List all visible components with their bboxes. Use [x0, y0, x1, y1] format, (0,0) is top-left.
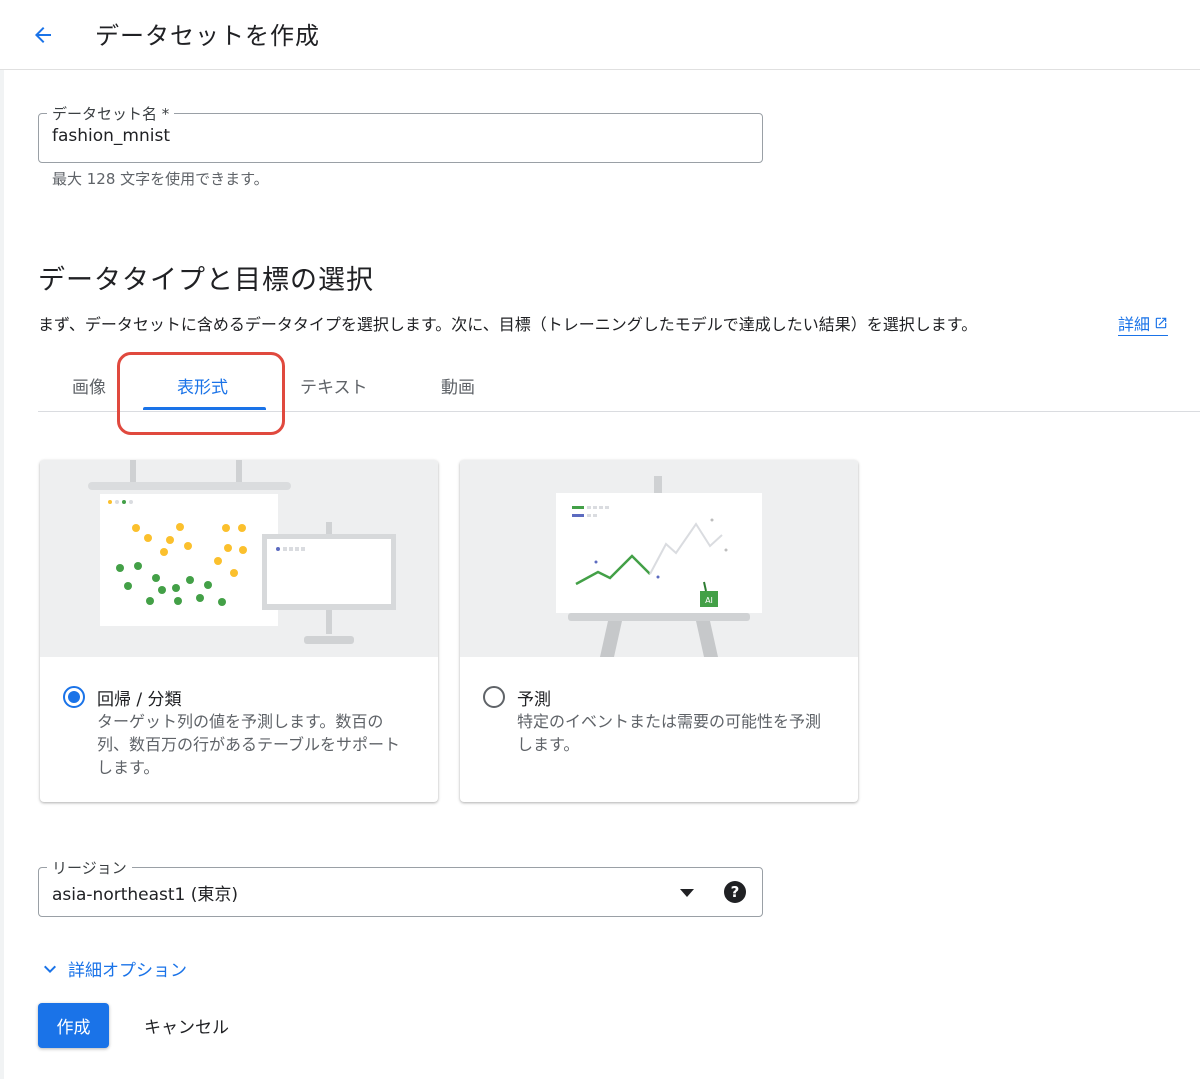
- cancel-button[interactable]: キャンセル: [130, 1003, 243, 1048]
- regression-description: ターゲット列の値を予測します。数百の列、数百万の行があるテーブルをサポートします…: [97, 712, 401, 777]
- arrow-back-icon: [35, 27, 51, 43]
- forecasting-description: 特定のイベントまたは需要の可能性を予測します。: [517, 712, 822, 754]
- regression-illustration: [40, 460, 438, 657]
- dataset-name-field[interactable]: データセット名 * fashion_mnist: [38, 103, 763, 163]
- tab-image[interactable]: 画像: [72, 373, 106, 398]
- regression-radio[interactable]: [63, 686, 85, 708]
- open-in-new-icon: [1155, 317, 1167, 329]
- region-value: asia-northeast1 (東京): [52, 885, 239, 905]
- dataset-name-value[interactable]: fashion_mnist: [52, 126, 170, 146]
- left-rail: [0, 70, 4, 1079]
- highlight-annotation: [117, 352, 285, 435]
- page-title: データセットを作成: [95, 22, 320, 50]
- learn-more-label: 詳細: [1118, 315, 1151, 334]
- svg-text:AI: AI: [705, 596, 713, 605]
- card-forecasting[interactable]: AI 予測 特定のイベントまたは需要の可能性を予測します。: [460, 460, 858, 802]
- card-regression-classification[interactable]: 回帰 / 分類 ターゲット列の値を予測します。数百の列、数百万の行があるテーブル…: [40, 460, 438, 802]
- dataset-name-label: データセット名 *: [47, 103, 175, 124]
- header: データセットを作成: [0, 0, 1200, 70]
- help-icon[interactable]: ?: [724, 881, 746, 903]
- region-select[interactable]: リージョン asia-northeast1 (東京) ?: [38, 857, 763, 917]
- advanced-options-toggle[interactable]: 詳細オプション: [38, 956, 187, 981]
- chevron-down-icon: [44, 965, 56, 973]
- line-chart-easel-icon: AI: [556, 476, 762, 657]
- regression-title: 回帰 / 分類: [97, 690, 182, 710]
- learn-more-link[interactable]: 詳細: [1118, 311, 1169, 336]
- forecasting-radio[interactable]: [483, 686, 505, 708]
- back-button[interactable]: [26, 18, 60, 52]
- dropdown-arrow-icon[interactable]: [680, 889, 694, 897]
- tab-text[interactable]: テキスト: [300, 373, 368, 398]
- forecasting-title: 予測: [517, 690, 551, 710]
- section-title: データタイプと目標の選択: [38, 265, 374, 296]
- section-description: まず、データセットに含めるデータタイプを選択します。次に、目標（トレーニングした…: [38, 315, 978, 334]
- scatter-board-icon: [88, 460, 396, 644]
- region-label: リージョン: [47, 857, 132, 878]
- tab-video[interactable]: 動画: [441, 373, 475, 398]
- advanced-options-label: 詳細オプション: [68, 961, 187, 981]
- forecasting-illustration: AI: [460, 460, 858, 657]
- dataset-name-hint: 最大 128 文字を使用できます。: [52, 170, 269, 188]
- create-button[interactable]: 作成: [38, 1003, 109, 1048]
